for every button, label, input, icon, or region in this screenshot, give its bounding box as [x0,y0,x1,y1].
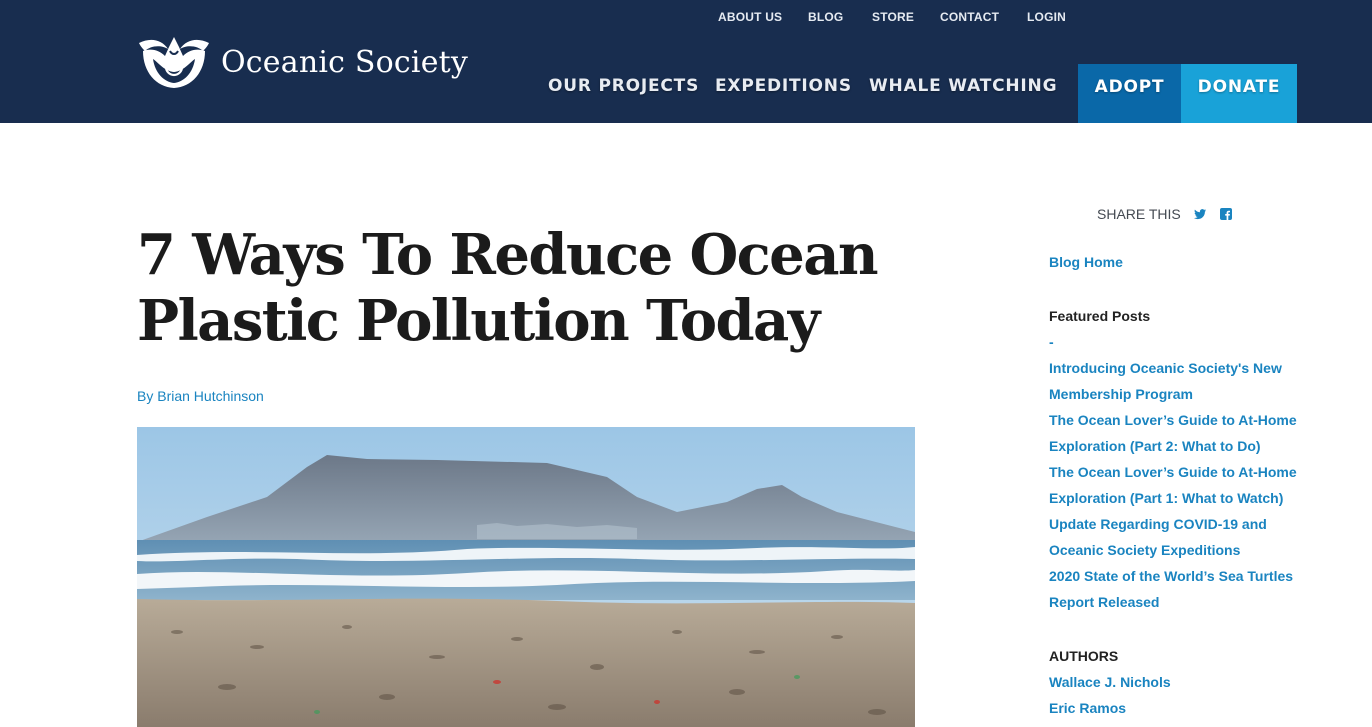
featured-post-link[interactable]: 2020 State of the World’s Sea Turtles Re… [1049,563,1309,615]
nav-about-us[interactable]: ABOUT US [718,10,782,24]
nav-whale-watching[interactable]: WHALE WATCHING [869,76,1057,96]
featured-post-link[interactable]: Introducing Oceanic Society's New Member… [1049,355,1309,407]
donate-button[interactable]: DONATE [1181,64,1297,123]
authors-heading: AUTHORS [1049,648,1119,664]
twitter-icon[interactable] [1193,207,1207,221]
featured-post-link[interactable]: Update Regarding COVID-19 and Oceanic So… [1049,511,1309,563]
featured-post-link[interactable]: The Ocean Lover’s Guide to At-Home Explo… [1049,407,1309,459]
nav-contact[interactable]: CONTACT [940,10,999,24]
featured-post-link[interactable]: The Ocean Lover’s Guide to At-Home Explo… [1049,459,1309,511]
nav-blog[interactable]: BLOG [808,10,843,24]
hero-image [137,427,915,727]
utility-nav: ABOUT US BLOG STORE CONTACT LOGIN [0,10,1372,26]
nav-store[interactable]: STORE [872,10,914,24]
nav-expeditions[interactable]: EXPEDITIONS [715,76,852,96]
article-byline[interactable]: By Brian Hutchinson [137,388,264,404]
share-label: SHARE THIS [1097,206,1181,222]
logo-text: Oceanic Society [221,44,469,80]
site-header: Oceanic Society ABOUT US BLOG STORE CONT… [0,0,1372,123]
facebook-icon[interactable] [1219,207,1233,221]
beach-mountain-photo [137,427,915,727]
blog-sidebar: Blog Home Featured Posts - Introducing O… [1049,249,1309,721]
nav-our-projects[interactable]: OUR PROJECTS [548,76,699,96]
nav-login[interactable]: LOGIN [1027,10,1066,24]
adopt-button[interactable]: ADOPT [1078,64,1181,123]
share-bar: SHARE THIS [1097,206,1233,222]
featured-posts-heading: Featured Posts [1049,308,1151,324]
author-link[interactable]: Eric Ramos [1049,695,1309,721]
featured-post-link[interactable]: - [1049,329,1309,355]
article-title: 7 Ways To Reduce Ocean Plastic Pollution… [137,222,879,354]
blog-home-link[interactable]: Blog Home [1049,249,1309,275]
author-link[interactable]: Wallace J. Nichols [1049,669,1309,695]
